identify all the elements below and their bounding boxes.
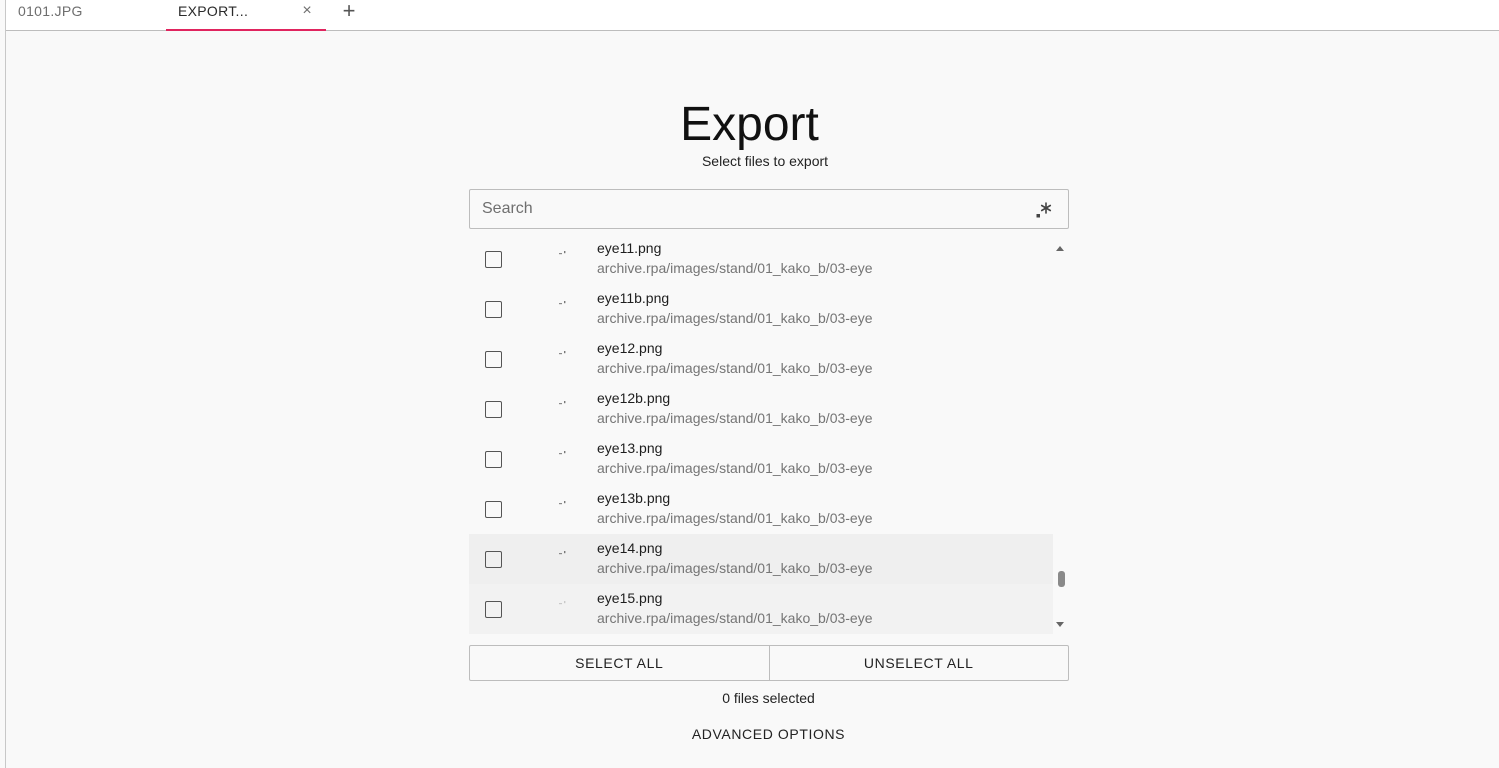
file-checkbox[interactable] — [485, 501, 502, 518]
file-thumbnail-icon — [559, 301, 566, 305]
file-checkbox[interactable] — [485, 451, 502, 468]
file-checkbox[interactable] — [485, 601, 502, 618]
page-title: Export — [680, 98, 819, 151]
tab-bar: 0101.JPG EXPORT... × + — [6, 0, 1499, 31]
tab-label: EXPORT... — [178, 3, 249, 19]
file-name: eye11.png — [597, 240, 662, 256]
file-thumbnail-icon — [559, 601, 566, 605]
file-name: eye15.png — [597, 590, 663, 606]
file-checkbox[interactable] — [485, 351, 502, 368]
advanced-options-button[interactable]: ADVANCED OPTIONS — [0, 725, 1499, 743]
search-input[interactable] — [482, 190, 1022, 228]
file-checkbox[interactable] — [485, 251, 502, 268]
selection-button-group: SELECT ALL UNSELECT ALL — [469, 645, 1069, 681]
file-thumbnail-icon — [559, 501, 566, 505]
file-path: archive.rpa/images/stand/01_kako_b/03-ey… — [597, 560, 873, 576]
file-checkbox[interactable] — [485, 551, 502, 568]
file-path: archive.rpa/images/stand/01_kako_b/03-ey… — [597, 460, 873, 476]
selected-count: 0 files selected — [722, 690, 815, 706]
file-thumbnail-icon — [559, 551, 566, 555]
file-path: archive.rpa/images/stand/01_kako_b/03-ey… — [597, 610, 873, 626]
file-name: eye13.png — [597, 440, 663, 456]
file-list: eye11.png archive.rpa/images/stand/01_kak… — [469, 234, 1069, 634]
file-thumbnail-icon — [559, 351, 566, 355]
tab-label: 0101.JPG — [18, 3, 83, 19]
file-row[interactable]: eye12b.png archive.rpa/images/stand/01_ka… — [469, 384, 1053, 434]
file-row[interactable]: eye13b.png archive.rpa/images/stand/01_ka… — [469, 484, 1053, 534]
file-thumbnail-icon — [559, 451, 566, 455]
file-path: archive.rpa/images/stand/01_kako_b/03-ey… — [597, 410, 873, 426]
new-tab-plus-icon[interactable]: + — [338, 0, 360, 22]
file-path: archive.rpa/images/stand/01_kako_b/03-ey… — [597, 510, 873, 526]
scroll-up-arrow-icon[interactable] — [1056, 246, 1064, 251]
tab-0101-jpg[interactable]: 0101.JPG — [18, 0, 158, 31]
scrollbar-thumb[interactable] — [1058, 571, 1065, 587]
file-name: eye12b.png — [597, 390, 671, 406]
file-row[interactable]: eye13.png archive.rpa/images/stand/01_kak… — [469, 434, 1053, 484]
page-subtitle: Select files to export — [701, 153, 829, 169]
file-checkbox[interactable] — [485, 301, 502, 318]
unselect-all-button[interactable]: UNSELECT ALL — [770, 646, 1069, 680]
file-row[interactable]: eye11.png archive.rpa/images/stand/01_kak… — [469, 234, 1053, 284]
regex-icon[interactable] — [1034, 200, 1054, 220]
close-icon[interactable]: × — [302, 3, 312, 19]
file-checkbox[interactable] — [485, 401, 502, 418]
file-name: eye11b.png — [597, 290, 670, 306]
tab-export[interactable]: EXPORT... × — [166, 0, 326, 31]
file-row[interactable]: eye15.png archive.rpa/images/stand/01_kak… — [469, 584, 1053, 634]
scroll-down-arrow-icon[interactable] — [1056, 622, 1064, 627]
file-path: archive.rpa/images/stand/01_kako_b/03-ey… — [597, 310, 873, 326]
file-row[interactable]: eye11b.png archive.rpa/images/stand/01_ka… — [469, 284, 1053, 334]
search-box — [469, 189, 1069, 229]
file-name: eye12.png — [597, 340, 663, 356]
file-path: archive.rpa/images/stand/01_kako_b/03-ey… — [597, 360, 873, 376]
file-thumbnail-icon — [559, 251, 566, 255]
select-all-button[interactable]: SELECT ALL — [470, 646, 770, 680]
file-path: archive.rpa/images/stand/01_kako_b/03-ey… — [597, 260, 873, 276]
file-row[interactable]: eye14.png archive.rpa/images/stand/01_kak… — [469, 534, 1053, 584]
file-name: eye13b.png — [597, 490, 671, 506]
file-thumbnail-icon — [559, 401, 566, 405]
file-name: eye14.png — [597, 540, 663, 556]
file-row[interactable]: eye12.png archive.rpa/images/stand/01_kak… — [469, 334, 1053, 384]
